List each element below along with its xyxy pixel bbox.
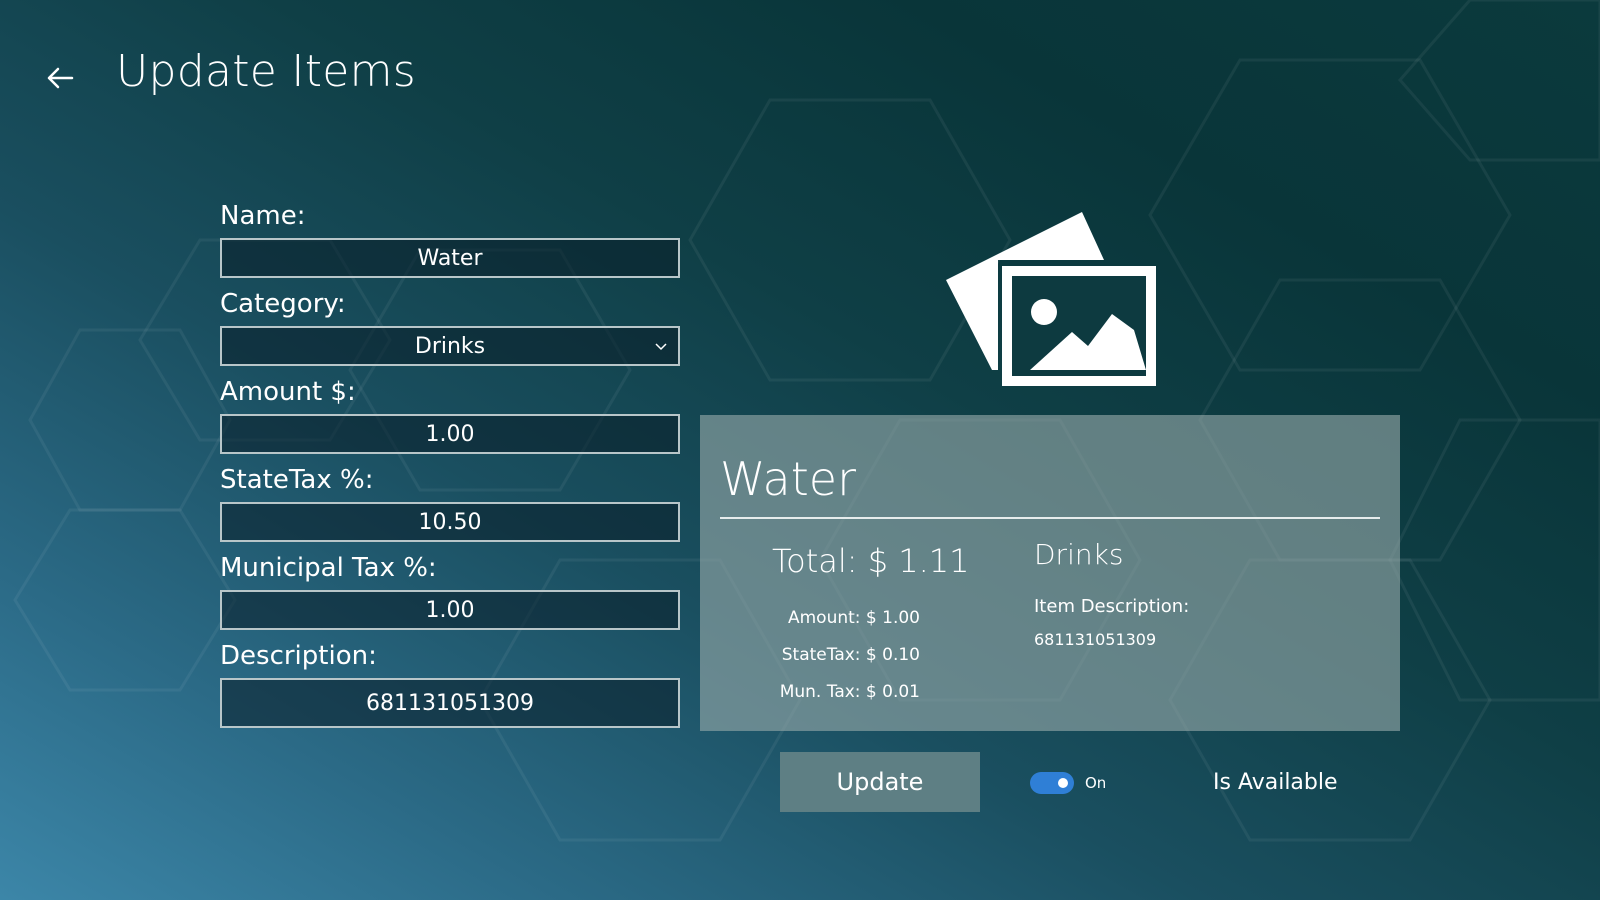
preview-divider <box>720 517 1380 519</box>
back-arrow-icon <box>47 67 74 89</box>
availability-toggle[interactable] <box>1030 772 1074 794</box>
update-button[interactable]: Update <box>780 752 980 812</box>
category-select[interactable]: Drinks <box>220 326 680 366</box>
state-tax-input[interactable] <box>220 502 680 542</box>
chevron-down-icon <box>655 343 667 351</box>
municipal-tax-input[interactable] <box>220 590 680 630</box>
preview-state-tax: StateTax: $ 0.10 <box>781 645 920 665</box>
preview-total: Total: $ 1.11 <box>772 542 970 580</box>
item-preview-card: Water Total: $ 1.11 Amount: $ 1.00 State… <box>700 415 1400 731</box>
toggle-knob <box>1058 778 1068 788</box>
amount-input[interactable] <box>220 414 680 454</box>
page-title: Update Items <box>116 46 417 97</box>
preview-amount: Amount: $ 1.00 <box>787 608 920 628</box>
state-tax-label: StateTax %: <box>220 465 374 495</box>
preview-item-name: Water <box>720 452 856 506</box>
preview-description-label: Item Description: <box>1034 596 1190 617</box>
availability-label: Is Available <box>1213 770 1338 795</box>
back-button[interactable] <box>42 60 78 96</box>
image-placeholder-icon <box>946 212 1156 386</box>
preview-municipal-tax: Mun. Tax: $ 0.01 <box>779 682 920 702</box>
description-label: Description: <box>220 641 377 671</box>
toggle-state-label: On <box>1085 774 1107 792</box>
name-input[interactable] <box>220 238 680 278</box>
amount-label: Amount $: <box>220 377 356 407</box>
municipal-tax-label: Municipal Tax %: <box>220 553 437 583</box>
category-selected-value: Drinks <box>414 333 486 359</box>
category-label: Category: <box>220 289 346 319</box>
preview-category: Drinks <box>1034 538 1124 571</box>
name-label: Name: <box>220 201 306 231</box>
description-input[interactable] <box>220 678 680 728</box>
preview-description-value: 681131051309 <box>1034 630 1157 649</box>
